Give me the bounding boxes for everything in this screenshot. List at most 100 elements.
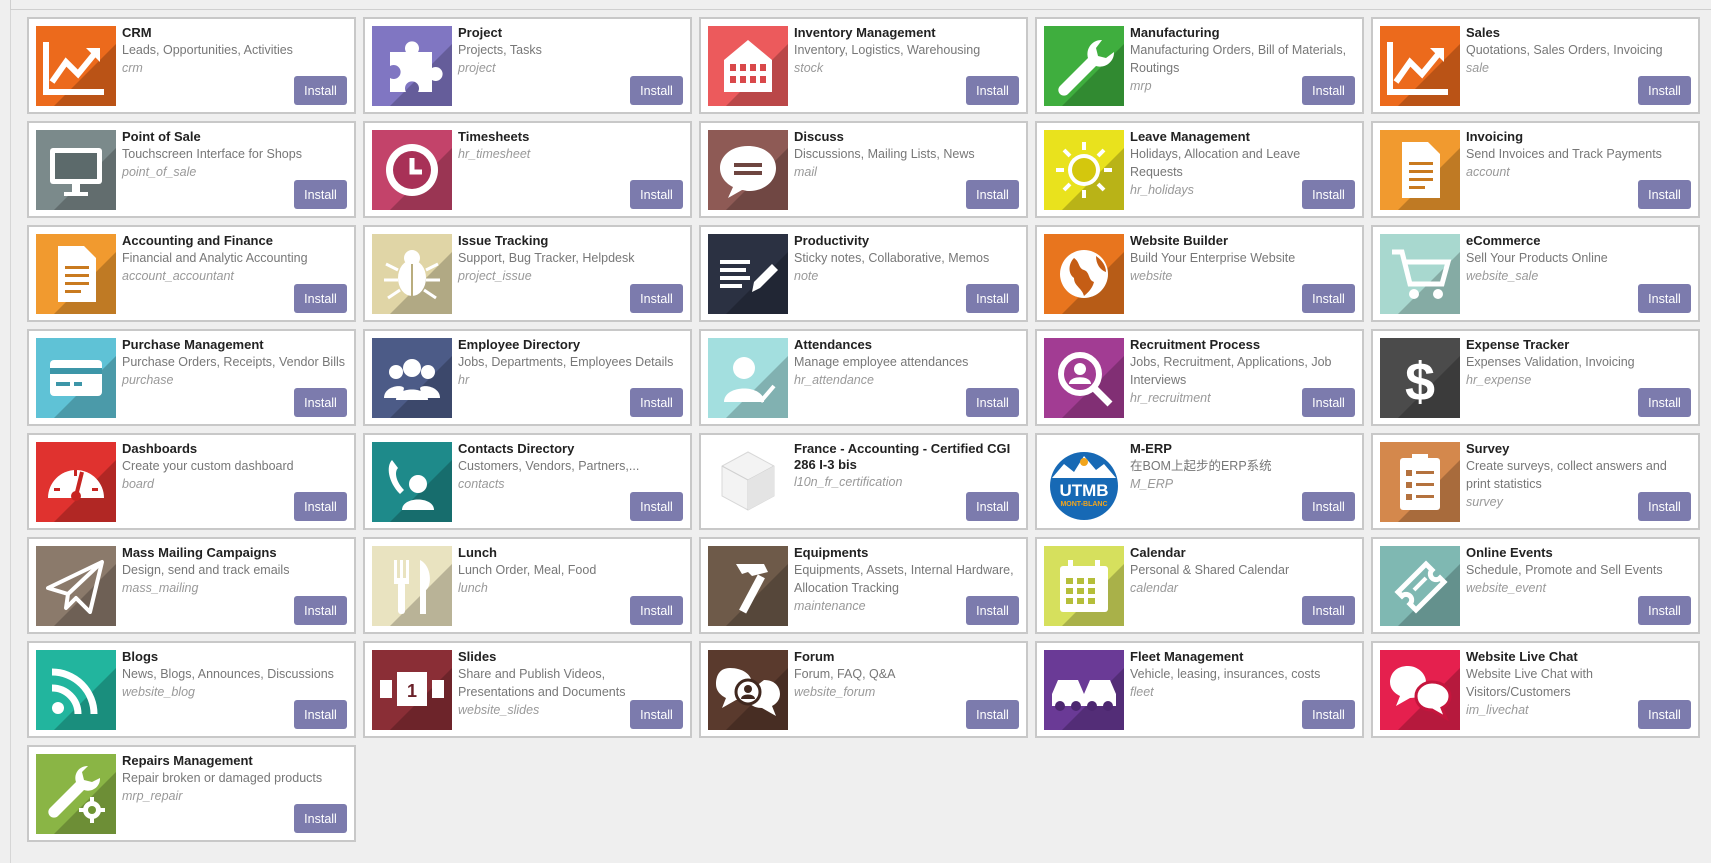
app-technical-name: website_sale [1466,269,1539,283]
install-button[interactable]: Install [1302,700,1355,729]
app-title: Mass Mailing Campaigns [122,545,277,560]
app-info: Inventory Management Inventory, Logistic… [794,25,1020,77]
install-button[interactable]: Install [630,388,683,417]
app-card-purchase: Purchase Management Purchase Orders, Rec… [27,329,356,426]
wrench-icon [1044,26,1124,106]
install-button[interactable]: Install [1302,180,1355,209]
install-button[interactable]: Install [294,180,347,209]
app-info: Employee Directory Jobs, Departments, Em… [458,337,684,389]
app-card-hr-holidays: Leave Management Holidays, Allocation an… [1035,121,1364,218]
app-summary: Holidays, Allocation and Leave Requests [1130,147,1301,179]
app-card-board: Dashboards Create your custom dashboard … [27,433,356,530]
app-info: Invoicing Send Invoices and Track Paymen… [1466,129,1692,181]
install-button[interactable]: Install [966,492,1019,521]
install-button[interactable]: Install [1302,596,1355,625]
install-button[interactable]: Install [966,388,1019,417]
app-summary: Personal & Shared Calendar [1130,563,1290,577]
install-button[interactable]: Install [966,700,1019,729]
install-button[interactable]: Install [1638,492,1691,521]
app-card-survey: Survey Create surveys, collect answers a… [1371,433,1700,530]
app-summary: Jobs, Recruitment, Applications, Job Int… [1130,355,1332,387]
install-button[interactable]: Install [630,700,683,729]
puzzle-icon [372,26,452,106]
install-button[interactable]: Install [1638,596,1691,625]
install-button[interactable]: Install [1302,76,1355,105]
calendar-icon [1044,546,1124,626]
document-icon [36,234,116,314]
install-button[interactable]: Install [294,76,347,105]
install-button[interactable]: Install [630,180,683,209]
app-info: Forum Forum, FAQ, Q&A website_forum [794,649,1020,701]
sun-icon [1044,130,1124,210]
app-info: Purchase Management Purchase Orders, Rec… [122,337,348,389]
app-summary: Inventory, Logistics, Warehousing [794,43,981,57]
app-title: Timesheets [458,129,530,144]
app-title: Employee Directory [458,337,581,352]
app-title: Website Live Chat [1466,649,1578,664]
install-button[interactable]: Install [966,284,1019,313]
utmb-logo-icon: UTMB MONT-BLANC [1044,442,1124,522]
app-title: Invoicing [1466,129,1524,144]
app-technical-name: board [122,477,154,491]
install-button[interactable]: Install [294,596,347,625]
monitor-icon [36,130,116,210]
install-button[interactable]: Install [1302,284,1355,313]
install-button[interactable]: Install [1302,492,1355,521]
app-title: Contacts Directory [458,441,575,456]
install-button[interactable]: Install [294,804,347,833]
install-button[interactable]: Install [1638,180,1691,209]
install-button[interactable]: Install [966,76,1019,105]
app-card-hr-expense: $ Expense Tracker Expenses Validation, I… [1371,329,1700,426]
logo-subtext: MONT-BLANC [1060,501,1107,508]
app-technical-name: calendar [1130,581,1178,595]
top-border [10,0,1711,10]
app-title: Lunch [458,545,497,560]
app-technical-name: website_forum [794,685,876,699]
install-button[interactable]: Install [630,596,683,625]
chart-line-icon [36,26,116,106]
app-card-note: Productivity Sticky notes, Collaborative… [699,225,1028,322]
install-button[interactable]: Install [1638,700,1691,729]
install-button[interactable]: Install [630,76,683,105]
app-summary: Leads, Opportunities, Activities [122,43,293,57]
app-title: Issue Tracking [458,233,549,248]
app-title: Project [458,25,503,40]
app-title: Point of Sale [122,129,201,144]
app-technical-name: fleet [1130,685,1154,699]
app-summary: Jobs, Departments, Employees Details [458,355,674,369]
app-card-website-sale: eCommerce Sell Your Products Online webs… [1371,225,1700,322]
app-summary: Expenses Validation, Invoicing [1466,355,1635,369]
install-button[interactable]: Install [294,284,347,313]
app-card-hr-attendance: Attendances Manage employee attendances … [699,329,1028,426]
cart-icon [1380,234,1460,314]
hammer-icon [708,546,788,626]
app-title: Purchase Management [122,337,264,352]
install-button[interactable]: Install [1638,284,1691,313]
install-button[interactable]: Install [1302,388,1355,417]
install-button[interactable]: Install [630,284,683,313]
app-title: Attendances [794,337,873,352]
app-technical-name: sale [1466,61,1489,75]
install-button[interactable]: Install [294,492,347,521]
install-button[interactable]: Install [1638,388,1691,417]
chat-bubble-icon [708,130,788,210]
app-summary: Purchase Orders, Receipts, Vendor Bills [122,355,346,369]
app-info: Timesheets hr_timesheet [458,129,684,163]
app-info: Sales Quotations, Sales Orders, Invoicin… [1466,25,1692,77]
install-button[interactable]: Install [630,492,683,521]
left-border [10,10,11,863]
app-summary: Forum, FAQ, Q&A [794,667,896,681]
install-button[interactable]: Install [966,596,1019,625]
app-info: Blogs News, Blogs, Announces, Discussion… [122,649,348,701]
install-button[interactable]: Install [294,700,347,729]
install-button[interactable]: Install [294,388,347,417]
install-button[interactable]: Install [1638,76,1691,105]
app-technical-name: account_accountant [122,269,234,283]
app-summary: Schedule, Promote and Sell Events [1466,563,1663,577]
app-technical-name: project [458,61,496,75]
app-technical-name: l10n_fr_certification [794,475,903,489]
app-technical-name: hr_timesheet [458,147,531,161]
install-button[interactable]: Install [966,180,1019,209]
app-info: Website Builder Build Your Enterprise We… [1130,233,1356,285]
app-info: Contacts Directory Customers, Vendors, P… [458,441,684,493]
